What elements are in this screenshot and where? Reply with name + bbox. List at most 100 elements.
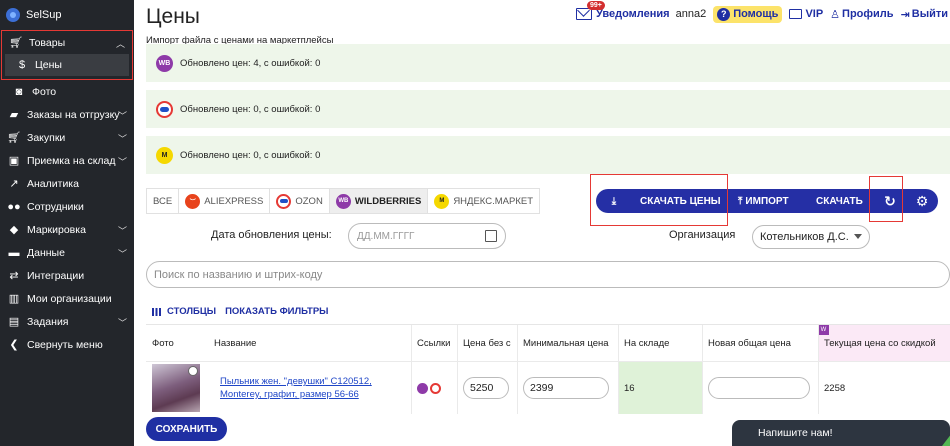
box-icon: ▣	[8, 155, 20, 167]
date-placeholder: ДД.ММ.ГГГГ	[357, 230, 415, 242]
swap-icon: ⇄	[9, 270, 19, 282]
search-input[interactable]: Поиск по названию и штрих-коду	[146, 261, 950, 288]
products-group: 🛒︎ Товары ︿ $ Цены	[1, 30, 133, 80]
date-input[interactable]: ДД.ММ.ГГГГ	[348, 223, 506, 249]
question-icon: ?	[717, 7, 731, 21]
tag-icon: ◆	[9, 224, 19, 236]
tab-ozon[interactable]: OZON	[270, 189, 330, 213]
min-price-input[interactable]: 2399	[523, 377, 609, 399]
wildberries-link-icon[interactable]	[417, 382, 428, 394]
product-photo[interactable]	[146, 362, 208, 414]
yandex-market-icon: M	[156, 146, 173, 164]
vip-label: VIP	[805, 8, 824, 20]
main-content: Цены Импорт файла с ценами на маркетплей…	[134, 0, 950, 446]
tab-label: ВСЕ	[153, 195, 173, 207]
sidebar-item-orders[interactable]: ▰ Заказы на отгрузку ﹀	[0, 103, 134, 126]
sidebar-item-analytics[interactable]: ↗ Аналитика	[0, 172, 134, 195]
status-text: Обновлено цен: 0, с ошибкой: 0	[180, 103, 321, 115]
sidebar-item-receiving[interactable]: ▣ Приемка на склад ﹀	[0, 149, 134, 172]
new-price-input[interactable]	[708, 377, 810, 399]
ozon-link-icon[interactable]	[430, 382, 441, 394]
tab-all[interactable]: ВСЕ	[147, 189, 180, 213]
ozon-icon	[156, 100, 173, 118]
status-ozon: Обновлено цен: 0, с ошибкой: 0	[146, 90, 950, 128]
header-min-price: Минимальная цена	[517, 325, 618, 361]
column-divider	[702, 325, 703, 414]
column-divider	[411, 325, 412, 414]
cart-icon: 🛒︎	[9, 37, 23, 49]
header-photo: Фото	[146, 325, 208, 361]
columns-button[interactable]: СТОЛБЦЫ	[167, 306, 216, 317]
ozon-icon	[276, 193, 292, 209]
sidebar-item-label: Товары	[29, 36, 66, 49]
profile-link[interactable]: ♙ Профиль	[830, 8, 893, 21]
clipboard-icon: ▤	[8, 316, 20, 328]
sidebar-item-label: Свернуть меню	[27, 338, 103, 351]
sidebar-item-label: Цены	[35, 59, 62, 71]
notifications-link[interactable]: 99+ Уведомления	[575, 1, 670, 20]
stock-cell: 16	[618, 362, 702, 414]
header-label: Минимальная цена	[523, 337, 609, 349]
search-placeholder: Поиск по названию и штрих-коду	[154, 268, 323, 281]
sidebar-item-marking[interactable]: ◆ Маркировка ﹀	[0, 218, 134, 241]
header-new-price: Новая общая цена	[702, 325, 818, 361]
header-label: Текущая цена со скидкой	[824, 337, 936, 349]
header-name: Название	[208, 325, 411, 361]
price-input[interactable]: 5250	[463, 377, 509, 399]
import-button[interactable]: ⤒ ИМПОРТ	[730, 189, 808, 213]
button-label: ИМПОРТ	[745, 195, 789, 207]
sidebar-item-label: Задания	[27, 315, 69, 328]
tab-aliexpress[interactable]: ︶ ALIEXPRESS	[179, 189, 271, 213]
show-filters-button[interactable]: ПОКАЗАТЬ ФИЛЬТРЫ	[225, 306, 328, 317]
selsup-logo-icon	[6, 8, 20, 22]
product-link[interactable]: Пыльник жен. "девушки" С120512, Monterey…	[220, 375, 401, 401]
chat-widget[interactable]: Напишите нам!	[732, 420, 950, 446]
brand-name: SelSup	[26, 9, 62, 21]
brand[interactable]: SelSup	[0, 0, 134, 30]
sidebar-item-label: Мои организации	[27, 292, 112, 305]
truck-icon: ▰	[9, 109, 19, 121]
sidebar-item-label: Сотрудники	[27, 200, 84, 213]
header-stock: На складе	[618, 325, 702, 361]
vip-link[interactable]: VIP	[789, 8, 823, 20]
settings-button[interactable]: ⚙	[906, 189, 938, 213]
username: anna2	[675, 8, 707, 20]
logout-link[interactable]: ⇥ Выйти	[901, 8, 948, 21]
building-icon: ▥	[8, 293, 20, 305]
chart-icon: ↗	[9, 178, 19, 190]
product-links	[411, 362, 457, 414]
organization-value: Котельников Д.С.	[760, 231, 849, 243]
chat-corner-icon	[942, 433, 950, 446]
tab-wildberries[interactable]: WB WILDBERRIES	[329, 189, 429, 213]
calendar-icon[interactable]	[485, 230, 497, 242]
profile-label: Профиль	[842, 8, 894, 20]
sidebar-item-photo[interactable]: ◙ Фото	[0, 80, 134, 103]
notifications-badge: 99+	[586, 1, 605, 10]
play-icon[interactable]	[188, 366, 198, 376]
organization-select[interactable]: Котельников Д.С.	[752, 225, 870, 249]
sidebar-item-label: Приемка на склад	[27, 154, 116, 167]
sidebar-item-products[interactable]: 🛒︎ Товары ︿	[2, 31, 132, 54]
aliexpress-icon: ︶	[185, 193, 201, 209]
sidebar-item-integrations[interactable]: ⇄ Интеграции	[0, 264, 134, 287]
sidebar-item-data[interactable]: ▬ Данные ﹀	[0, 241, 134, 264]
help-button[interactable]: ? Помощь	[713, 5, 783, 23]
sidebar-item-tasks[interactable]: ▤ Задания ﹀	[0, 310, 134, 333]
download-button[interactable]: СКАЧАТЬ	[808, 189, 874, 213]
sidebar-item-organizations[interactable]: ▥ Мои организации	[0, 287, 134, 310]
chevron-left-icon: ❮	[9, 339, 19, 351]
save-button[interactable]: СОХРАНИТЬ	[146, 417, 227, 441]
sidebar-item-purchases[interactable]: 🛒︎ Закупки ﹀	[0, 126, 134, 149]
sidebar-collapse[interactable]: ❮ Свернуть меню	[0, 333, 134, 356]
mail-icon: 99+	[575, 1, 605, 20]
sidebar-item-employees[interactable]: ●● Сотрудники	[0, 195, 134, 218]
current-price-value: 2258	[824, 382, 846, 394]
tab-yandex-market[interactable]: M ЯНДЕКС.МАРКЕТ	[428, 189, 539, 213]
header-label: Фото	[152, 337, 174, 349]
sidebar-item-label: Аналитика	[27, 177, 79, 190]
status-text: Обновлено цен: 0, с ошибкой: 0	[180, 149, 321, 161]
sidebar-item-label: Интеграции	[27, 269, 85, 282]
product-name[interactable]: Пыльник жен. "девушки" С120512, Monterey…	[208, 362, 411, 414]
sidebar-item-prices[interactable]: $ Цены	[5, 54, 129, 76]
cart-icon: 🛒︎	[7, 132, 21, 144]
